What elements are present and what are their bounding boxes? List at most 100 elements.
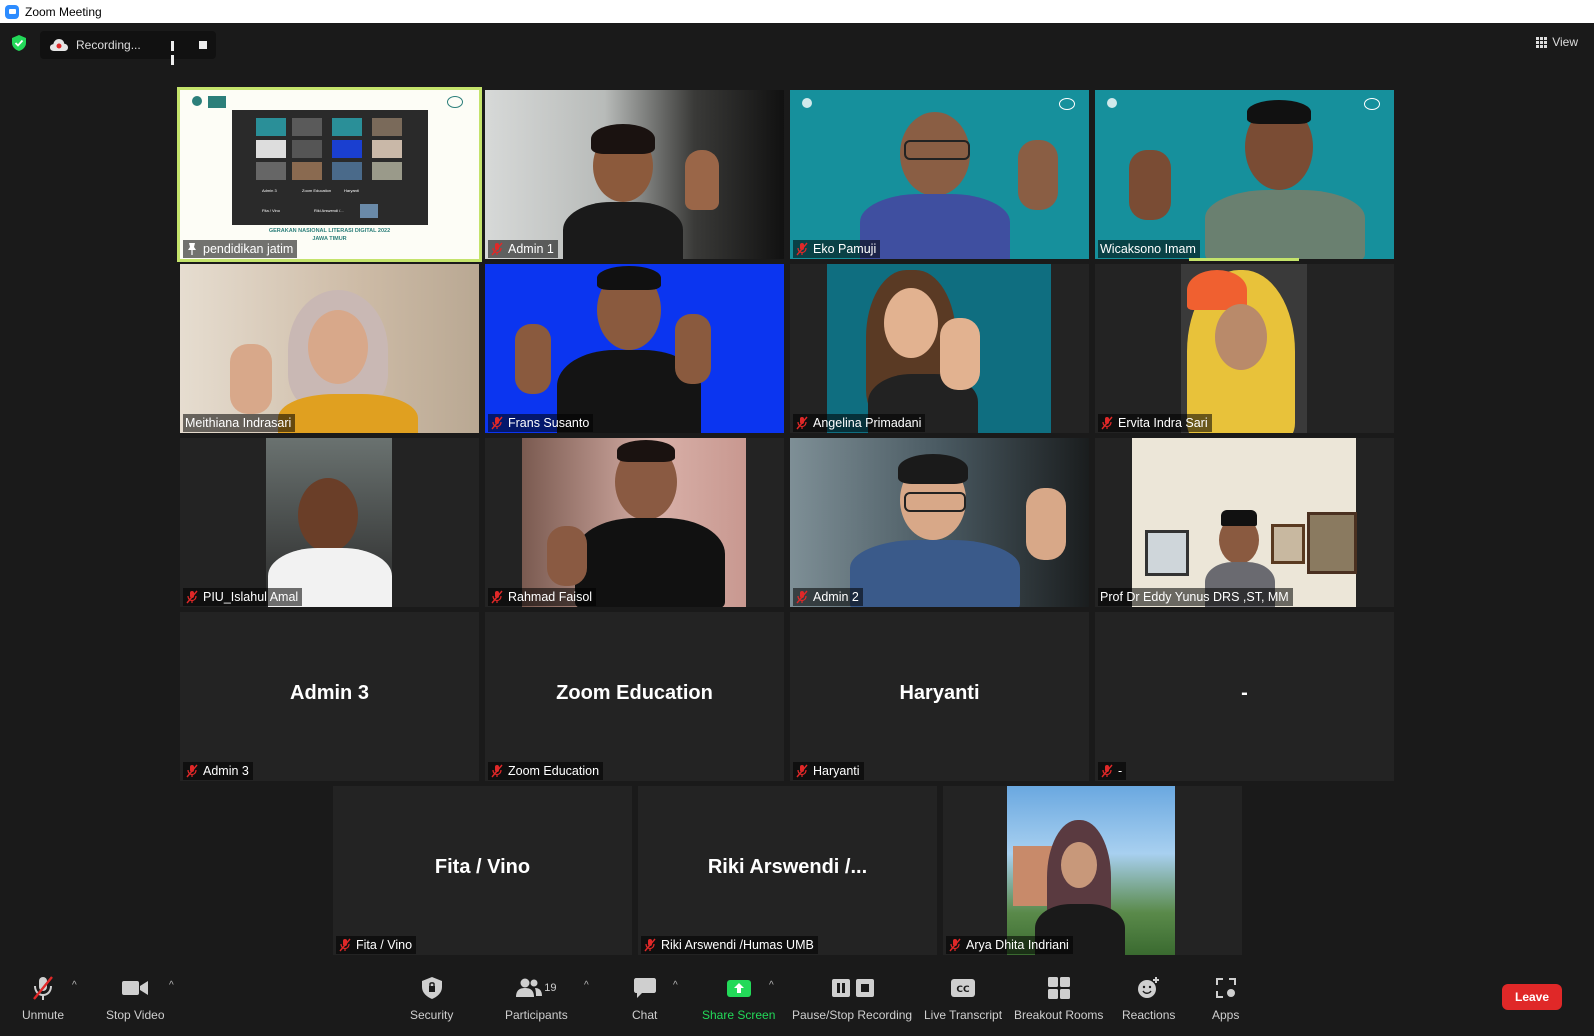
mini-name: Haryanti — [344, 188, 359, 193]
participants-button[interactable]: 19 Participants — [505, 974, 568, 1022]
share-screen-button[interactable]: Share Screen — [702, 974, 775, 1022]
participant-tile[interactable]: PIU_Islahul Amal — [180, 438, 479, 607]
participant-tile[interactable]: Riki Arswendi /... Riki Arswendi /Humas … — [638, 786, 937, 955]
participant-display-name: Riki Arswendi /... — [707, 856, 868, 878]
cloud-recording-icon — [50, 39, 68, 51]
svg-text:CC: CC — [956, 985, 970, 995]
hand-gesture — [940, 318, 980, 390]
muted-mic-icon — [186, 590, 198, 604]
participant-tile[interactable]: Admin 3 Admin 3 — [180, 612, 479, 781]
picture-frame — [1145, 530, 1189, 576]
pause-recording-icon[interactable] — [171, 40, 179, 65]
participant-tile[interactable]: Meithiana Indrasari — [180, 264, 479, 433]
participant-tile-active-speaker[interactable]: Wicaksono Imam — [1095, 90, 1394, 259]
participants-icon — [516, 978, 543, 997]
program-logo-icon — [208, 96, 226, 108]
participants-count: 19 — [544, 982, 557, 994]
muted-mic-icon — [796, 764, 808, 778]
meeting-topbar: Recording... View — [0, 23, 1594, 65]
security-button[interactable]: Security — [410, 974, 453, 1022]
participant-tile-shared-screen[interactable]: Admin 3 Zoom Education Haryanti Fita / V… — [177, 87, 482, 262]
participant-name-label: Rahmad Faisol — [488, 588, 597, 606]
gallery-thumbnail: Admin 3 Zoom Education Haryanti Fita / V… — [232, 110, 428, 225]
slide-caption: GERAKAN NASIONAL LITERASI DIGITAL 2022 — [268, 228, 391, 234]
participant-tile[interactable]: Zoom Education Zoom Education — [485, 612, 784, 781]
window-title: Zoom Meeting — [25, 4, 102, 19]
participant-tile[interactable]: Frans Susanto — [485, 264, 784, 433]
participants-options-chevron-icon[interactable]: ^ — [584, 980, 589, 991]
participant-tile[interactable]: Rahmad Faisol — [485, 438, 784, 607]
participant-name-label: Zoom Education — [488, 762, 604, 780]
participant-name-label: Fita / Vino — [336, 936, 417, 954]
participant-name-label: Frans Susanto — [488, 414, 594, 432]
grid-view-icon — [1536, 36, 1548, 48]
muted-mic-icon — [33, 976, 53, 1000]
window-titlebar: Zoom Meeting — [0, 0, 1594, 23]
hand-gesture — [230, 344, 272, 414]
pin-icon — [188, 243, 196, 255]
participant-tile[interactable]: Haryanti Haryanti — [790, 612, 1089, 781]
ministry-logo-icon — [447, 96, 463, 108]
mini-name: Fita / Vino — [262, 208, 280, 213]
hand-gesture — [1018, 140, 1058, 210]
muted-mic-icon — [339, 938, 351, 952]
participant-tile[interactable]: Angelina Primadani — [790, 264, 1089, 433]
hand-gesture — [675, 314, 711, 384]
participant-tile[interactable]: Fita / Vino Fita / Vino — [333, 786, 632, 955]
stop-video-button[interactable]: Stop Video — [106, 974, 165, 1022]
shared-screen-content: Admin 3 Zoom Education Haryanti Fita / V… — [180, 90, 479, 259]
chat-button[interactable]: Chat — [632, 974, 657, 1022]
video-options-chevron-icon[interactable]: ^ — [169, 980, 174, 991]
participant-tile[interactable]: Eko Pamuji — [790, 90, 1089, 259]
muted-mic-icon — [949, 938, 961, 952]
pause-stop-recording-button[interactable]: Pause/Stop Recording — [792, 974, 912, 1022]
share-options-chevron-icon[interactable]: ^ — [769, 980, 774, 991]
encryption-shield-icon[interactable] — [12, 35, 26, 51]
participant-tile[interactable]: Ervita Indra Sari — [1095, 264, 1394, 433]
participant-name-label: Admin 1 — [488, 240, 558, 258]
participant-tile[interactable]: Prof Dr Eddy Yunus DRS ,ST, MM — [1095, 438, 1394, 607]
participant-name-label: Angelina Primadani — [793, 414, 926, 432]
hand-gesture — [1129, 150, 1171, 220]
apps-button[interactable]: Apps — [1212, 974, 1239, 1022]
participant-tile[interactable]: Admin 1 — [485, 90, 784, 259]
participant-display-name: Zoom Education — [556, 682, 713, 704]
hand-gesture — [685, 150, 719, 210]
participant-tile[interactable]: Admin 2 — [790, 438, 1089, 607]
stop-recording-icon[interactable] — [199, 41, 207, 49]
logo-icon — [802, 98, 812, 108]
participant-display-name: - — [1241, 682, 1248, 704]
hand-gesture — [547, 526, 587, 586]
muted-mic-icon — [491, 416, 503, 430]
participant-name-label: Meithiana Indrasari — [183, 414, 296, 432]
participant-tile[interactable]: Arya Dhita Indriani — [943, 786, 1242, 955]
muted-mic-icon — [796, 416, 808, 430]
participant-tile[interactable]: - - — [1095, 612, 1394, 781]
participant-name-label: PIU_Islahul Amal — [183, 588, 303, 606]
participant-name-label: Wicaksono Imam — [1098, 240, 1200, 258]
ministry-logo-icon — [1059, 98, 1075, 110]
live-transcript-button[interactable]: CC Live Transcript — [924, 974, 1002, 1022]
participant-display-name: Haryanti — [899, 682, 980, 704]
participant-name-label: pendidikan jatim — [183, 240, 298, 258]
breakout-rooms-button[interactable]: Breakout Rooms — [1014, 974, 1103, 1022]
picture-frame — [1307, 512, 1357, 574]
audio-options-chevron-icon[interactable]: ^ — [72, 980, 77, 991]
participant-name-label: Prof Dr Eddy Yunus DRS ,ST, MM — [1098, 588, 1293, 606]
leave-button[interactable]: Leave — [1502, 984, 1562, 1010]
video-camera-icon — [122, 981, 149, 995]
view-button[interactable]: View — [1536, 35, 1578, 49]
muted-mic-icon — [491, 764, 503, 778]
participant-display-name: Fita / Vino — [434, 856, 531, 878]
reactions-button[interactable]: Reactions — [1122, 974, 1175, 1022]
active-speaker-indicator — [1189, 258, 1299, 261]
chat-options-chevron-icon[interactable]: ^ — [673, 980, 678, 991]
mini-name: Riki Arswendi /... — [314, 208, 344, 213]
participant-display-name: Admin 3 — [290, 682, 369, 704]
zoom-logo-icon — [5, 4, 19, 19]
picture-frame — [1271, 524, 1305, 564]
hand-gesture — [1026, 488, 1066, 560]
muted-mic-icon — [796, 590, 808, 604]
unmute-button[interactable]: Unmute — [22, 974, 64, 1022]
view-label: View — [1552, 35, 1578, 49]
